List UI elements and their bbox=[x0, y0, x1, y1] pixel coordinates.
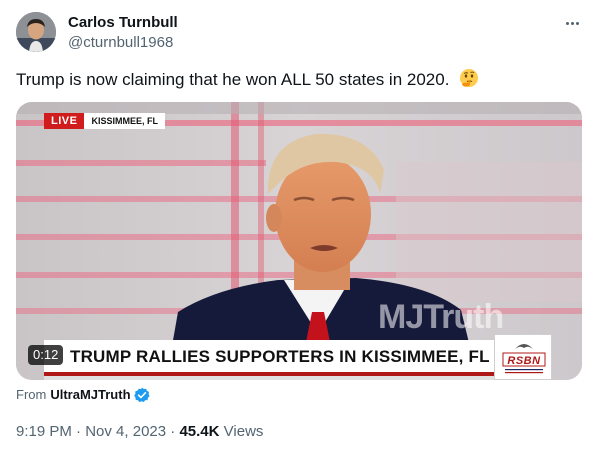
live-label: LIVE bbox=[44, 113, 85, 129]
video-player[interactable]: LIVE KISSIMMEE, FL MJTruth TRUMP RALLIES… bbox=[16, 102, 582, 380]
lower-third-banner: TRUMP RALLIES SUPPORTERS IN KISSIMMEE, F… bbox=[44, 340, 494, 376]
views-count: 45.4K bbox=[179, 423, 220, 440]
more-options-button[interactable] bbox=[560, 14, 584, 32]
author-avatar[interactable] bbox=[16, 12, 56, 52]
video-duration: 0:12 bbox=[28, 345, 64, 365]
author-name[interactable]: Carlos Turnbull bbox=[68, 13, 178, 33]
tweet-date[interactable]: Nov 4, 2023 bbox=[85, 423, 166, 440]
source-prefix: From bbox=[16, 387, 47, 402]
location-label: KISSIMMEE, FL bbox=[84, 113, 165, 129]
tweet-metadata: 9:19 PM · Nov 4, 2023 · 45.4K Views bbox=[16, 422, 263, 442]
channel-logo-text: RSBN bbox=[507, 355, 541, 367]
author-handle[interactable]: @cturnbull1968 bbox=[68, 33, 173, 53]
tweet-time[interactable]: 9:19 PM bbox=[16, 423, 72, 440]
views-label: Views bbox=[223, 423, 264, 440]
tweet-text-body: Trump is now claiming that he won ALL 50… bbox=[16, 70, 450, 89]
tweet-text: Trump is now claiming that he won ALL 50… bbox=[16, 68, 479, 91]
channel-logo: RSBN bbox=[494, 334, 552, 380]
watermark: MJTruth bbox=[378, 298, 504, 336]
source-account-link[interactable]: UltraMJTruth bbox=[50, 386, 130, 404]
dot-icon bbox=[570, 21, 574, 25]
ticker-bar bbox=[44, 376, 494, 380]
live-badge: LIVE KISSIMMEE, FL bbox=[44, 113, 165, 129]
tweet: Carlos Turnbull @cturnbull1968 Trump is … bbox=[0, 0, 598, 450]
thinking-face-icon bbox=[460, 69, 479, 87]
dot-icon bbox=[575, 21, 579, 25]
video-headline: TRUMP RALLIES SUPPORTERS IN KISSIMMEE, F… bbox=[70, 347, 490, 366]
verified-badge-icon bbox=[133, 387, 150, 403]
separator: · bbox=[76, 423, 82, 440]
source-attribution: From UltraMJTruth bbox=[16, 386, 150, 404]
dot-icon bbox=[565, 21, 569, 25]
separator: · bbox=[170, 423, 176, 440]
